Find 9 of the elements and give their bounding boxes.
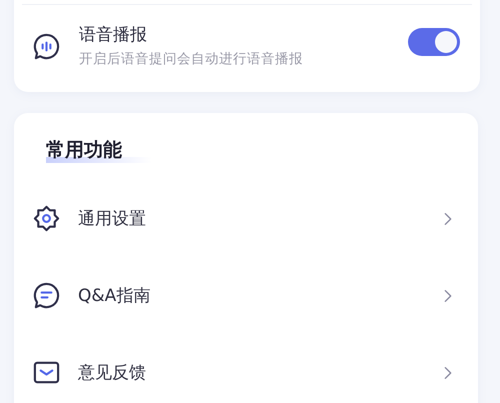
menu-item[interactable]: Q&A指南 [32,257,458,334]
menu-item[interactable]: 意见反馈 [32,334,458,403]
settings-icon [32,204,61,233]
setting-title: 语音播报 [79,24,148,47]
chat-bubble-icon [32,281,61,310]
menu-item[interactable]: 通用设置 [32,180,458,257]
toggle-switch[interactable] [408,28,460,56]
setting-description: 开启后语音提问会自动进行语音播报 [79,50,304,69]
speech-bubble-icon [32,32,61,60]
